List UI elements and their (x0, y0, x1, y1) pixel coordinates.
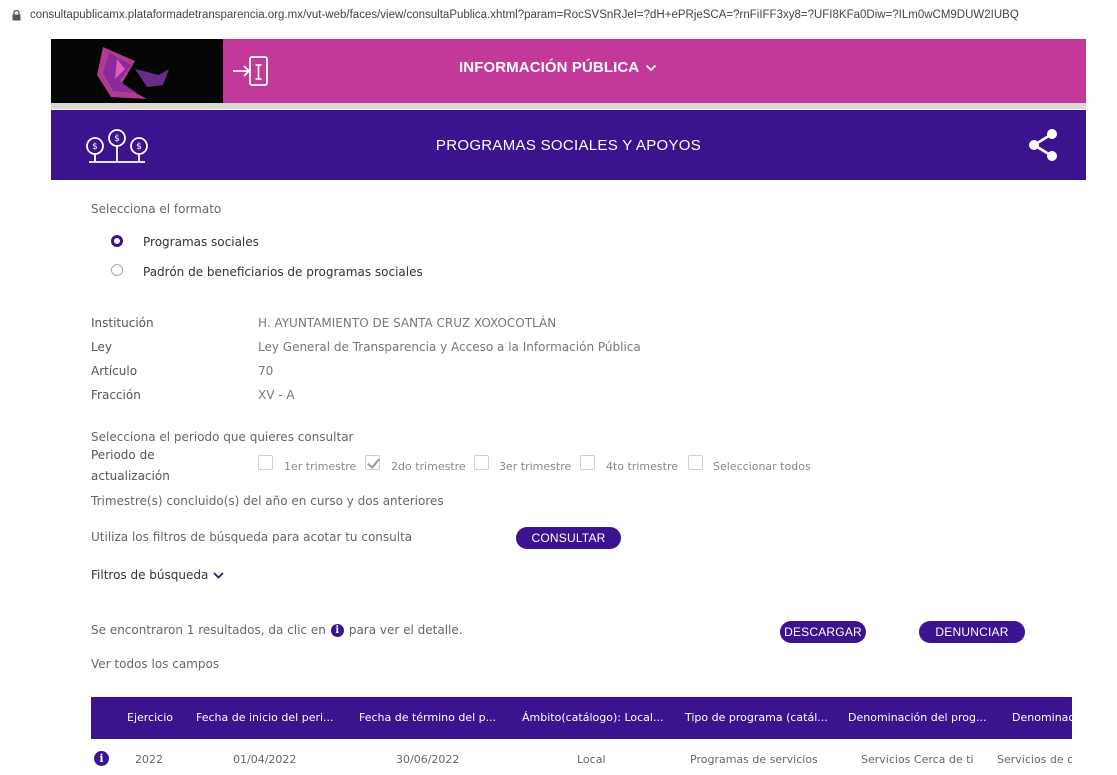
cell-denominacion-programa: Servicios Cerca de ti (861, 753, 974, 766)
column-header-ejercicio[interactable]: Ejercicio (127, 711, 173, 724)
radio-padron-beneficiarios[interactable] (111, 264, 123, 276)
option-padron-beneficiarios-label[interactable]: Padrón de beneficiarios de programas soc… (143, 265, 423, 279)
column-header-denominacion-programa[interactable]: Denominación del prog... (848, 711, 987, 724)
results-text-after: para ver el detalle. (348, 623, 463, 637)
row-detail-info-icon[interactable]: i (94, 751, 109, 766)
column-header-fecha-inicio[interactable]: Fecha de inicio del peri... (196, 711, 334, 724)
section-title: PROGRAMAS SOCIALES Y APOYOS (435, 137, 702, 154)
header-divider (51, 103, 1086, 109)
cell-denominacion: Servicios de c (997, 753, 1072, 766)
chevron-down-icon (213, 571, 224, 579)
detail-value-ley: Ley General de Transparencia y Acceso a … (258, 340, 641, 354)
search-filters-toggle[interactable]: Filtros de búsqueda (91, 568, 224, 582)
period-label-line1: Periodo de (91, 448, 155, 462)
label-3er-trimestre[interactable]: 3er trimestre (499, 460, 571, 473)
cell-ejercicio: 2022 (135, 753, 163, 766)
report-button[interactable]: DENUNCIAR (919, 621, 1025, 643)
column-header-ambito[interactable]: Ámbito(catálogo): Local... (522, 711, 663, 724)
login-icon[interactable] (229, 53, 273, 89)
label-1er-trimestre[interactable]: 1er trimestre (284, 460, 356, 473)
cell-tipo-programa: Programas de servicios (690, 753, 818, 766)
period-label-line2: actualización (91, 469, 170, 483)
cell-fecha-inicio: 01/04/2022 (233, 753, 297, 766)
address-bar[interactable]: consultapublicamx.plataformadetransparen… (0, 0, 1117, 30)
checkbox-3er-trimestre[interactable] (474, 455, 489, 470)
all-fields-link[interactable]: Ver todos los campos (91, 657, 219, 671)
download-button[interactable]: DESCARGAR (780, 621, 866, 643)
lock-icon (12, 10, 21, 21)
checkbox-4to-trimestre[interactable] (580, 455, 595, 470)
detail-value-fraccion: XV - A (258, 388, 295, 402)
detail-label-articulo: Artículo (91, 364, 138, 378)
table-row: i 2022 01/04/2022 30/06/2022 Local Progr… (91, 742, 1072, 775)
radio-programas-sociales[interactable] (111, 235, 123, 247)
detail-label-ley: Ley (91, 340, 112, 354)
results-table-header: Ejercicio Fecha de inicio del peri... Fe… (91, 697, 1072, 739)
public-info-menu-label: INFORMACIÓN PÚBLICA (459, 59, 640, 76)
results-text-before: Se encontraron 1 resultados, da clic en (91, 623, 326, 637)
site-logo[interactable] (51, 39, 223, 103)
format-prompt: Selecciona el formato (91, 202, 222, 216)
period-note: Trimestre(s) concluido(s) del año en cur… (91, 494, 444, 508)
section-header: $ $ $ PROGRAMAS SOCIALES Y APOYOS (51, 110, 1086, 180)
column-header-denominacion[interactable]: Denominac (1012, 711, 1072, 724)
label-seleccionar-todos[interactable]: Seleccionar todos (713, 460, 811, 473)
results-summary: Se encontraron 1 resultados, da clic en … (91, 623, 463, 637)
search-filters-label: Filtros de búsqueda (91, 568, 209, 582)
chevron-down-icon (646, 64, 657, 71)
detail-label-institucion: Institución (91, 316, 154, 330)
detail-value-articulo: 70 (258, 364, 274, 378)
detail-label-fraccion: Fracción (91, 388, 141, 402)
share-icon[interactable] (1028, 128, 1058, 162)
column-header-tipo-programa[interactable]: Tipo de programa (catál... (685, 711, 828, 724)
detail-value-institucion: H. AYUNTAMIENTO DE SANTA CRUZ XOXOCOTLÁN (258, 316, 557, 330)
period-prompt: Selecciona el periodo que quieres consul… (91, 430, 354, 444)
public-info-menu[interactable]: INFORMACIÓN PÚBLICA (459, 59, 657, 76)
checkbox-seleccionar-todos[interactable] (688, 455, 703, 470)
column-header-fecha-termino[interactable]: Fecha de término del p... (359, 711, 496, 724)
consult-button[interactable]: CONSULTAR (516, 527, 621, 549)
checkbox-1er-trimestre[interactable] (258, 455, 273, 470)
url-text: consultapublicamx.plataformadetransparen… (30, 9, 1019, 21)
cell-ambito: Local (577, 753, 606, 766)
label-4to-trimestre[interactable]: 4to trimestre (606, 460, 678, 473)
info-icon: i (330, 623, 344, 637)
cell-fecha-termino: 30/06/2022 (396, 753, 460, 766)
label-2do-trimestre[interactable]: 2do trimestre (391, 460, 466, 473)
top-header: INFORMACIÓN PÚBLICA (51, 39, 1086, 103)
checkbox-2do-trimestre[interactable] (365, 455, 380, 470)
filters-hint: Utiliza los filtros de búsqueda para aco… (91, 530, 413, 544)
option-programas-sociales-label[interactable]: Programas sociales (143, 235, 259, 249)
